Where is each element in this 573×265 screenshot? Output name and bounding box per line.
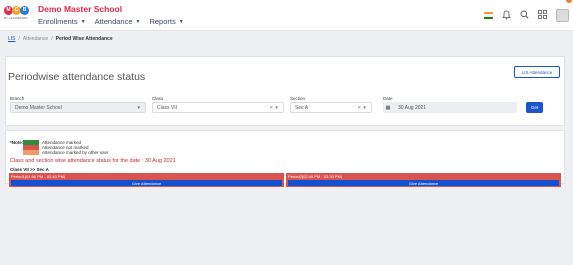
period-card: Period1(01:50 PM - 02:40 PM) Give Attend… <box>9 173 284 187</box>
period-list: Period1(01:50 PM - 02:40 PM) Give Attend… <box>9 173 561 187</box>
search-icon[interactable] <box>520 10 529 21</box>
page-title: Periodwise attendance status <box>8 71 146 83</box>
chevron-down-icon: ▼ <box>80 18 86 25</box>
section-value: Sec A <box>295 104 309 111</box>
chevron-down-icon: ✕ ▼ <box>357 105 367 110</box>
school-name: Demo Master School <box>38 4 123 14</box>
breadcrumb-separator: / <box>51 36 53 42</box>
school-logo[interactable]: M C B MY CLASSBOARD <box>4 6 30 26</box>
chevron-down-icon: ▼ <box>178 18 184 25</box>
bell-icon[interactable] <box>502 10 511 22</box>
breadcrumb-home[interactable]: LIS <box>8 36 16 42</box>
chevron-down-icon: ✕ ▼ <box>269 105 279 110</box>
legend-swatch <box>23 150 39 155</box>
avatar[interactable] <box>556 9 569 22</box>
filter-panel: Periodwise attendance status LIS Attenda… <box>5 56 565 126</box>
status-text: Class and section wise attendance status… <box>10 158 176 164</box>
nav-label: Reports <box>149 17 176 26</box>
logo-letter-b: B <box>20 6 29 15</box>
nav-label: Enrollments <box>38 17 78 26</box>
period-card: Period2(02:40 PM - 03:30 PM) Give Attend… <box>286 173 561 187</box>
lis-attendance-button[interactable]: LIS Attendance <box>514 66 560 78</box>
breadcrumb-separator: / <box>18 36 20 42</box>
legend-label: Attendance marked by other user <box>42 150 109 155</box>
class-label: Class <box>152 96 164 101</box>
get-button[interactable]: Get <box>526 102 543 113</box>
main-nav: Enrollments ▼ Attendance ▼ Reports ▼ <box>38 17 184 26</box>
nav-enrollments[interactable]: Enrollments ▼ <box>38 17 86 26</box>
period-title: Period1(01:50 PM - 02:40 PM) <box>11 174 66 179</box>
class-select[interactable]: Class VII ✕ ▼ <box>152 102 284 113</box>
app-header: M C B MY CLASSBOARD Demo Master School E… <box>0 0 573 31</box>
class-section-label: Class VII >> Sec A <box>10 167 49 172</box>
results-panel: *Note: Attendance marked Attendance not … <box>5 130 565 187</box>
nav-label: Attendance <box>94 17 133 26</box>
grid-icon[interactable] <box>538 10 547 21</box>
notification-dot-icon <box>566 0 572 3</box>
class-value: Class VII <box>157 104 178 111</box>
flag-icon[interactable] <box>484 12 493 19</box>
nav-reports[interactable]: Reports ▼ <box>149 17 183 26</box>
section-label: Section <box>290 96 306 101</box>
date-label: Date <box>383 96 393 101</box>
give-attendance-button[interactable]: Give Attendance <box>11 180 282 186</box>
legend-item-other-user: Attendance marked by other user <box>23 150 109 155</box>
date-field[interactable]: ▦ 30 Aug 2021 <box>383 102 517 113</box>
breadcrumb-section: Attendance <box>22 36 49 42</box>
chevron-down-icon: ▼ <box>136 105 141 110</box>
chevron-down-icon: ▼ <box>135 18 141 25</box>
logo-caption: MY CLASSBOARD <box>4 17 28 20</box>
calendar-icon[interactable]: ▦ <box>383 105 393 111</box>
section-select[interactable]: Sec A ✕ ▼ <box>290 102 372 113</box>
branch-select[interactable]: Demo Master School ▼ <box>10 102 146 113</box>
nav-attendance[interactable]: Attendance ▼ <box>95 17 141 26</box>
period-title: Period2(02:40 PM - 03:30 PM) <box>288 174 343 179</box>
branch-label: Branch <box>10 96 25 101</box>
branch-value: Demo Master School <box>15 104 62 111</box>
header-actions <box>484 9 569 22</box>
note-label: *Note: <box>10 140 24 145</box>
breadcrumb-current: Period Wise Attendance <box>55 36 113 42</box>
date-value: 30 Aug 2021 <box>398 104 427 111</box>
give-attendance-button[interactable]: Give Attendance <box>288 180 559 186</box>
breadcrumb: LIS / Attendance / Period Wise Attendanc… <box>8 36 113 42</box>
